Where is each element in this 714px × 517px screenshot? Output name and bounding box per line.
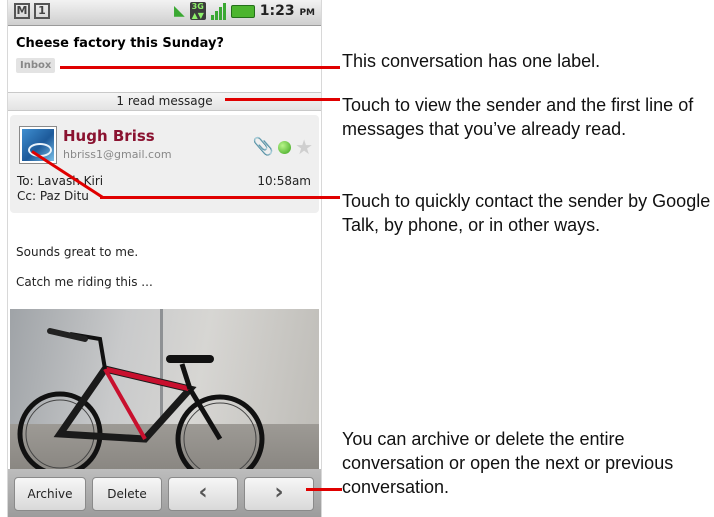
message-time: 10:58am (257, 174, 311, 188)
callout-contact: Touch to quickly contact the sender by G… (342, 191, 711, 235)
sender-email: hbriss1@gmail.com (63, 148, 172, 161)
callout-read: Touch to view the sender and the first l… (342, 95, 694, 139)
delete-button[interactable]: Delete (92, 477, 162, 511)
callout-archive: You can archive or delete the entire con… (342, 429, 674, 497)
status-time: 1:23 PM (259, 3, 315, 19)
status-right-icons: ◣ 3G ▲▼ 1:23 PM (174, 2, 315, 20)
chevron-right-icon: › (274, 480, 284, 505)
battery-icon (230, 4, 255, 18)
bottom-toolbar: Archive Delete ‹ › (8, 469, 321, 517)
cc-recipients: Cc: Paz Ditu (17, 189, 89, 203)
signal-icon (210, 2, 226, 20)
phone-screen: M 1 ◣ 3G ▲▼ 1:23 PM Cheese factory this S… (7, 0, 322, 517)
status-left-icons: M 1 (14, 3, 50, 19)
3g-icon: 3G ▲▼ (189, 2, 206, 20)
sync-icon: ◣ (173, 3, 185, 19)
label-chip-inbox[interactable]: Inbox (16, 58, 56, 73)
read-messages-bar[interactable]: 1 read message (8, 92, 321, 111)
conversation-subject: Cheese factory this Sunday? (16, 36, 224, 51)
leader-line-label (60, 66, 340, 69)
star-icon[interactable]: ★ (295, 137, 313, 157)
to-recipients: To: Lavash Kiri (17, 174, 104, 188)
status-bar: M 1 ◣ 3G ▲▼ 1:23 PM (8, 0, 321, 26)
leader-line-read (225, 98, 340, 101)
notification-icon: 1 (34, 3, 50, 19)
chevron-left-icon: ‹ (198, 480, 208, 505)
bicycle-icon (17, 328, 265, 469)
leader-line-archive (306, 488, 342, 491)
online-status-icon (278, 140, 292, 154)
attached-photo-bicycle (10, 309, 319, 469)
sender-name: Hugh Briss (63, 127, 155, 145)
gmail-icon: M (14, 3, 30, 19)
message-header-icons: 📎 ★ (253, 137, 313, 157)
previous-conversation-button[interactable]: ‹ (168, 477, 238, 511)
leader-line-contact (100, 196, 340, 199)
message-body-line: Sounds great to me. (16, 245, 139, 259)
archive-button[interactable]: Archive (14, 477, 86, 511)
message-body-line: Catch me riding this ... (16, 275, 153, 289)
next-conversation-button[interactable]: › (244, 477, 314, 511)
callout-label: This conversation has one label. (342, 51, 601, 71)
attachment-icon: 📎 (252, 137, 275, 157)
